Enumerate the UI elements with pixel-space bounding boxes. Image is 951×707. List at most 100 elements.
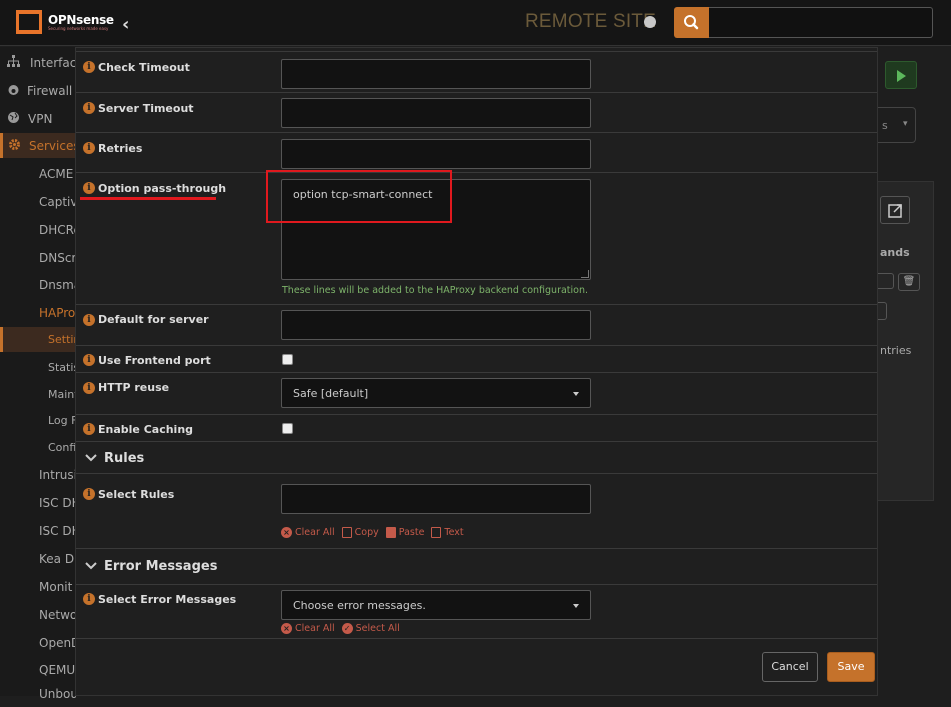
search-input[interactable]: [709, 7, 933, 38]
http-reuse-selected: Safe [default]: [293, 387, 369, 400]
info-icon[interactable]: i: [83, 102, 95, 114]
opnsense-logo[interactable]: OPNsense Securing networks made easy: [16, 9, 114, 35]
sidebar-item-unbound-dns[interactable]: Unbound DNS: [0, 681, 76, 707]
sidebar-item-label: Settings: [48, 333, 76, 346]
sidebar-item-interfaces[interactable]: Interfaces: [0, 50, 76, 76]
section-error-messages[interactable]: Error Messages: [76, 548, 877, 584]
sidebar-item-dnscrypt[interactable]: DNScrypt-Proxy: [0, 245, 76, 271]
select-all-link[interactable]: ✓ Select All: [341, 623, 400, 634]
error-messages-select[interactable]: Choose error messages.: [281, 590, 591, 620]
clear-all-link[interactable]: × Clear All: [281, 527, 335, 538]
sidebar-item-label: VPN: [28, 112, 53, 126]
retries-input[interactable]: [281, 139, 591, 169]
sidebar-item-label: Log File: [48, 414, 76, 427]
sidebar-item-config-export[interactable]: Config Export: [0, 435, 76, 461]
sidebar-item-isc-dhcpv6[interactable]: ISC DHCPv6: [0, 518, 76, 544]
sidebar-item-label: ISC DHCPv6: [39, 524, 76, 538]
edit-backend-modal: i Check Timeout i Server Timeout i Retri…: [75, 47, 878, 696]
background-copy-button[interactable]: [878, 273, 894, 289]
field-label: Option pass-through: [98, 182, 227, 195]
save-button[interactable]: Save: [827, 652, 875, 682]
sidebar-item-isc-dhcpv4[interactable]: ISC DHCPv4: [0, 490, 76, 516]
check-timeout-input[interactable]: [281, 59, 591, 89]
form-row-enable-caching: i Enable Caching: [76, 414, 877, 441]
globe-icon: [8, 112, 19, 123]
clear-all-link[interactable]: × Clear All: [281, 623, 335, 634]
use-frontend-port-checkbox[interactable]: [282, 354, 293, 365]
export-button[interactable]: [880, 196, 910, 224]
sidebar-item-label: Captive Portal: [39, 195, 76, 209]
background-pagination[interactable]: [878, 302, 887, 320]
sidebar-item-kea-dhcp[interactable]: Kea DHCP: [0, 546, 76, 572]
modal-footer: Cancel Save: [76, 638, 877, 695]
http-reuse-select[interactable]: Safe [default]: [281, 378, 591, 408]
copy-link[interactable]: Copy: [341, 527, 379, 538]
resize-handle[interactable]: [581, 270, 589, 278]
sidebar-item-acme[interactable]: ACME Client: [0, 161, 76, 187]
background-select[interactable]: s ▾: [878, 107, 916, 143]
sidebar-item-statistics[interactable]: Statistics: [0, 355, 76, 381]
sidebar-item-opendns[interactable]: OpenDNS: [0, 630, 76, 656]
chevron-down-icon: [85, 454, 97, 462]
paste-link[interactable]: Paste: [385, 527, 424, 538]
cancel-button[interactable]: Cancel: [762, 652, 818, 682]
sidebar-item-services[interactable]: Services: [0, 133, 76, 158]
collapse-sidebar-chevron-icon[interactable]: ‹: [122, 14, 129, 35]
form-row-check-timeout: i Check Timeout: [76, 51, 877, 92]
site-label: REMOTE SITE: [525, 11, 656, 32]
sidebar-item-label: Config Export: [48, 441, 76, 454]
start-service-button[interactable]: [885, 61, 917, 89]
info-icon[interactable]: i: [83, 382, 95, 394]
info-icon[interactable]: i: [83, 354, 95, 366]
sidebar-item-log-file[interactable]: Log File: [0, 408, 76, 434]
sidebar-item-label: Kea DHCP: [39, 552, 76, 566]
error-messages-placeholder: Choose error messages.: [293, 599, 426, 612]
opnsense-logo-icon: [16, 10, 42, 34]
form-row-use-frontend-port: i Use Frontend port: [76, 345, 877, 372]
info-icon[interactable]: i: [83, 314, 95, 326]
section-rules[interactable]: Rules: [76, 441, 877, 473]
sidebar-item-label: Monit: [39, 580, 73, 594]
field-label: Enable Caching: [98, 423, 194, 436]
check-circle-icon: ✓: [341, 623, 353, 634]
field-label: Select Error Messages: [98, 593, 237, 606]
select-rules-input[interactable]: [281, 484, 591, 514]
site-status-dot: [644, 16, 656, 28]
form-row-select-error-messages: i Select Error Messages Choose error mes…: [76, 584, 877, 638]
sidebar-item-intrusion-detection[interactable]: Intrusion Detection: [0, 462, 76, 488]
sidebar-item-settings[interactable]: Settings: [0, 327, 76, 352]
brand-name: OPNsense: [48, 12, 114, 27]
sidebar-item-label: Dnsmasq DNS & DHCP: [39, 278, 76, 292]
sidebar-item-captive-portal[interactable]: Captive Portal: [0, 189, 76, 215]
sidebar-item-haproxy[interactable]: HAProxy: [0, 300, 76, 326]
search-icon: [684, 15, 699, 30]
sidebar-item-qemu[interactable]: QEMU Guest Agent: [0, 657, 76, 683]
sidebar-item-monit[interactable]: Monit: [0, 574, 76, 600]
text-link[interactable]: Text: [431, 527, 464, 538]
sidebar-item-label: DNScrypt-Proxy: [39, 251, 76, 265]
background-entries-text: ntries: [880, 344, 912, 357]
info-icon[interactable]: i: [83, 488, 95, 500]
info-icon[interactable]: i: [83, 593, 95, 605]
sidebar-item-network-time[interactable]: Network Time: [0, 602, 76, 628]
sidebar-item-label: ACME Client: [39, 167, 76, 181]
enable-caching-checkbox[interactable]: [282, 423, 293, 434]
sidebar-item-label: QEMU Guest Agent: [39, 663, 76, 677]
server-timeout-input[interactable]: [281, 98, 591, 128]
info-icon[interactable]: i: [83, 142, 95, 154]
info-icon[interactable]: i: [83, 182, 95, 194]
default-server-input[interactable]: [281, 310, 591, 340]
background-delete-button[interactable]: 🗑: [898, 273, 920, 291]
rules-tools: × Clear All Copy Paste Text: [281, 527, 464, 538]
sidebar-item-dnsmasq[interactable]: Dnsmasq DNS & DHCP: [0, 272, 76, 298]
sidebar-item-firewall[interactable]: Firewall: [0, 78, 76, 104]
sidebar-item-vpn[interactable]: VPN: [0, 106, 76, 132]
sidebar-item-maintenance[interactable]: Maintenance: [0, 382, 76, 408]
copy-icon: [341, 527, 352, 538]
form-row-server-timeout: i Server Timeout: [76, 92, 877, 132]
info-icon[interactable]: i: [83, 61, 95, 73]
info-icon[interactable]: i: [83, 423, 95, 435]
search-button[interactable]: [674, 7, 709, 38]
sidebar-item-dhcrelay[interactable]: DHCRelay: [0, 217, 76, 243]
field-label: Server Timeout: [98, 102, 194, 115]
